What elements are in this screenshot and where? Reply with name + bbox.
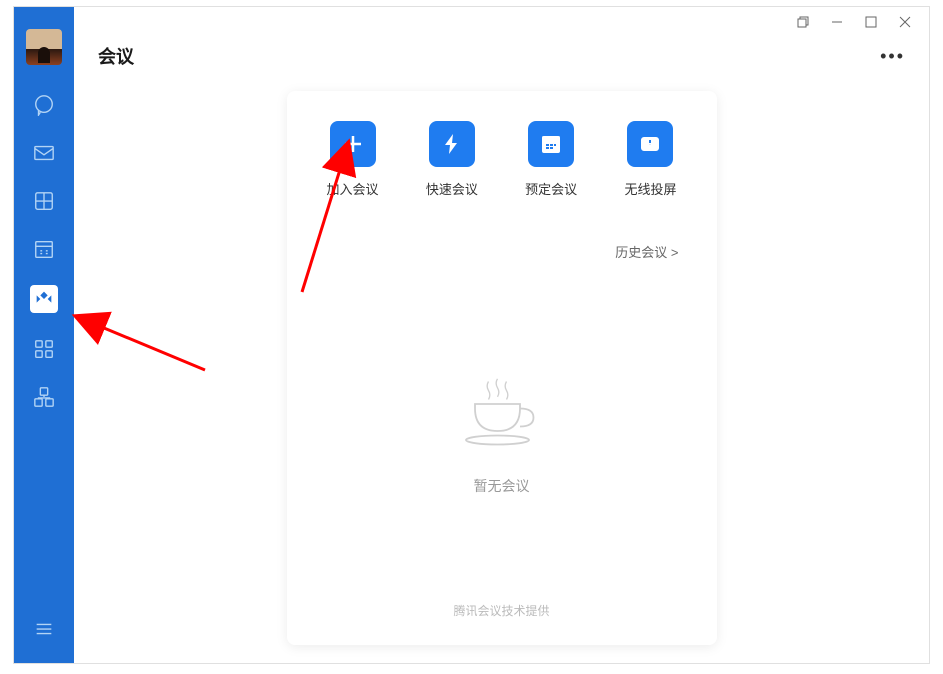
nav-docs[interactable] — [32, 189, 56, 213]
action-label: 加入会议 — [327, 179, 379, 198]
meeting-icon — [33, 288, 55, 310]
schedule-button — [528, 121, 574, 167]
empty-state: 暂无会议 — [317, 262, 687, 602]
nav-workbench[interactable] — [32, 385, 56, 409]
grid-icon — [33, 338, 55, 360]
nav-list — [30, 93, 58, 409]
more-button[interactable]: ••• — [880, 46, 905, 67]
workbench-icon — [33, 386, 55, 408]
maximize-button[interactable] — [855, 10, 887, 34]
calendar-icon — [33, 238, 55, 260]
cast-icon — [638, 132, 662, 156]
maximize-icon — [865, 16, 877, 28]
footer-provider: 腾讯会议技术提供 — [317, 602, 687, 625]
action-row: 加入会议 快速会议 预定会议 — [317, 121, 687, 198]
minimize-button[interactable] — [821, 10, 853, 34]
quick-button — [429, 121, 475, 167]
bolt-icon — [440, 132, 464, 156]
docs-icon — [33, 190, 55, 212]
sidebar-bottom — [33, 618, 55, 645]
close-icon — [899, 16, 911, 28]
nav-chat[interactable] — [32, 93, 56, 117]
meeting-card: 加入会议 快速会议 预定会议 — [287, 91, 717, 645]
join-button — [330, 121, 376, 167]
popout-icon — [797, 16, 809, 28]
titlebar — [74, 7, 929, 37]
empty-text: 暂无会议 — [474, 476, 530, 496]
mail-icon — [33, 142, 55, 164]
nav-mail[interactable] — [32, 141, 56, 165]
action-cast[interactable]: 无线投屏 — [624, 121, 676, 198]
action-label: 无线投屏 — [624, 179, 676, 198]
sidebar — [14, 7, 74, 663]
action-schedule[interactable]: 预定会议 — [525, 121, 577, 198]
nav-apps[interactable] — [32, 337, 56, 361]
action-quick[interactable]: 快速会议 — [426, 121, 478, 198]
calendar-filled-icon — [539, 132, 563, 156]
header: 会议 ••• — [74, 37, 929, 79]
avatar[interactable] — [26, 29, 62, 65]
history-row: 历史会议 > — [317, 242, 687, 262]
main-area: 会议 ••• 加入会议 快速会议 — [74, 7, 929, 663]
cast-button — [627, 121, 673, 167]
close-button[interactable] — [889, 10, 921, 34]
menu-icon[interactable] — [33, 618, 55, 640]
action-label: 预定会议 — [525, 179, 577, 198]
history-link[interactable]: 历史会议 > — [615, 245, 678, 260]
minimize-icon — [831, 16, 843, 28]
nav-calendar[interactable] — [32, 237, 56, 261]
chat-bubble-icon — [33, 94, 55, 116]
coffee-cup-icon — [447, 368, 557, 458]
nav-meeting[interactable] — [30, 285, 58, 313]
popout-button[interactable] — [787, 10, 819, 34]
content: 加入会议 快速会议 预定会议 — [74, 79, 929, 663]
page-title: 会议 — [98, 43, 134, 69]
plus-icon — [341, 132, 365, 156]
action-join[interactable]: 加入会议 — [327, 121, 379, 198]
app-window: 会议 ••• 加入会议 快速会议 — [13, 6, 930, 664]
action-label: 快速会议 — [426, 179, 478, 198]
